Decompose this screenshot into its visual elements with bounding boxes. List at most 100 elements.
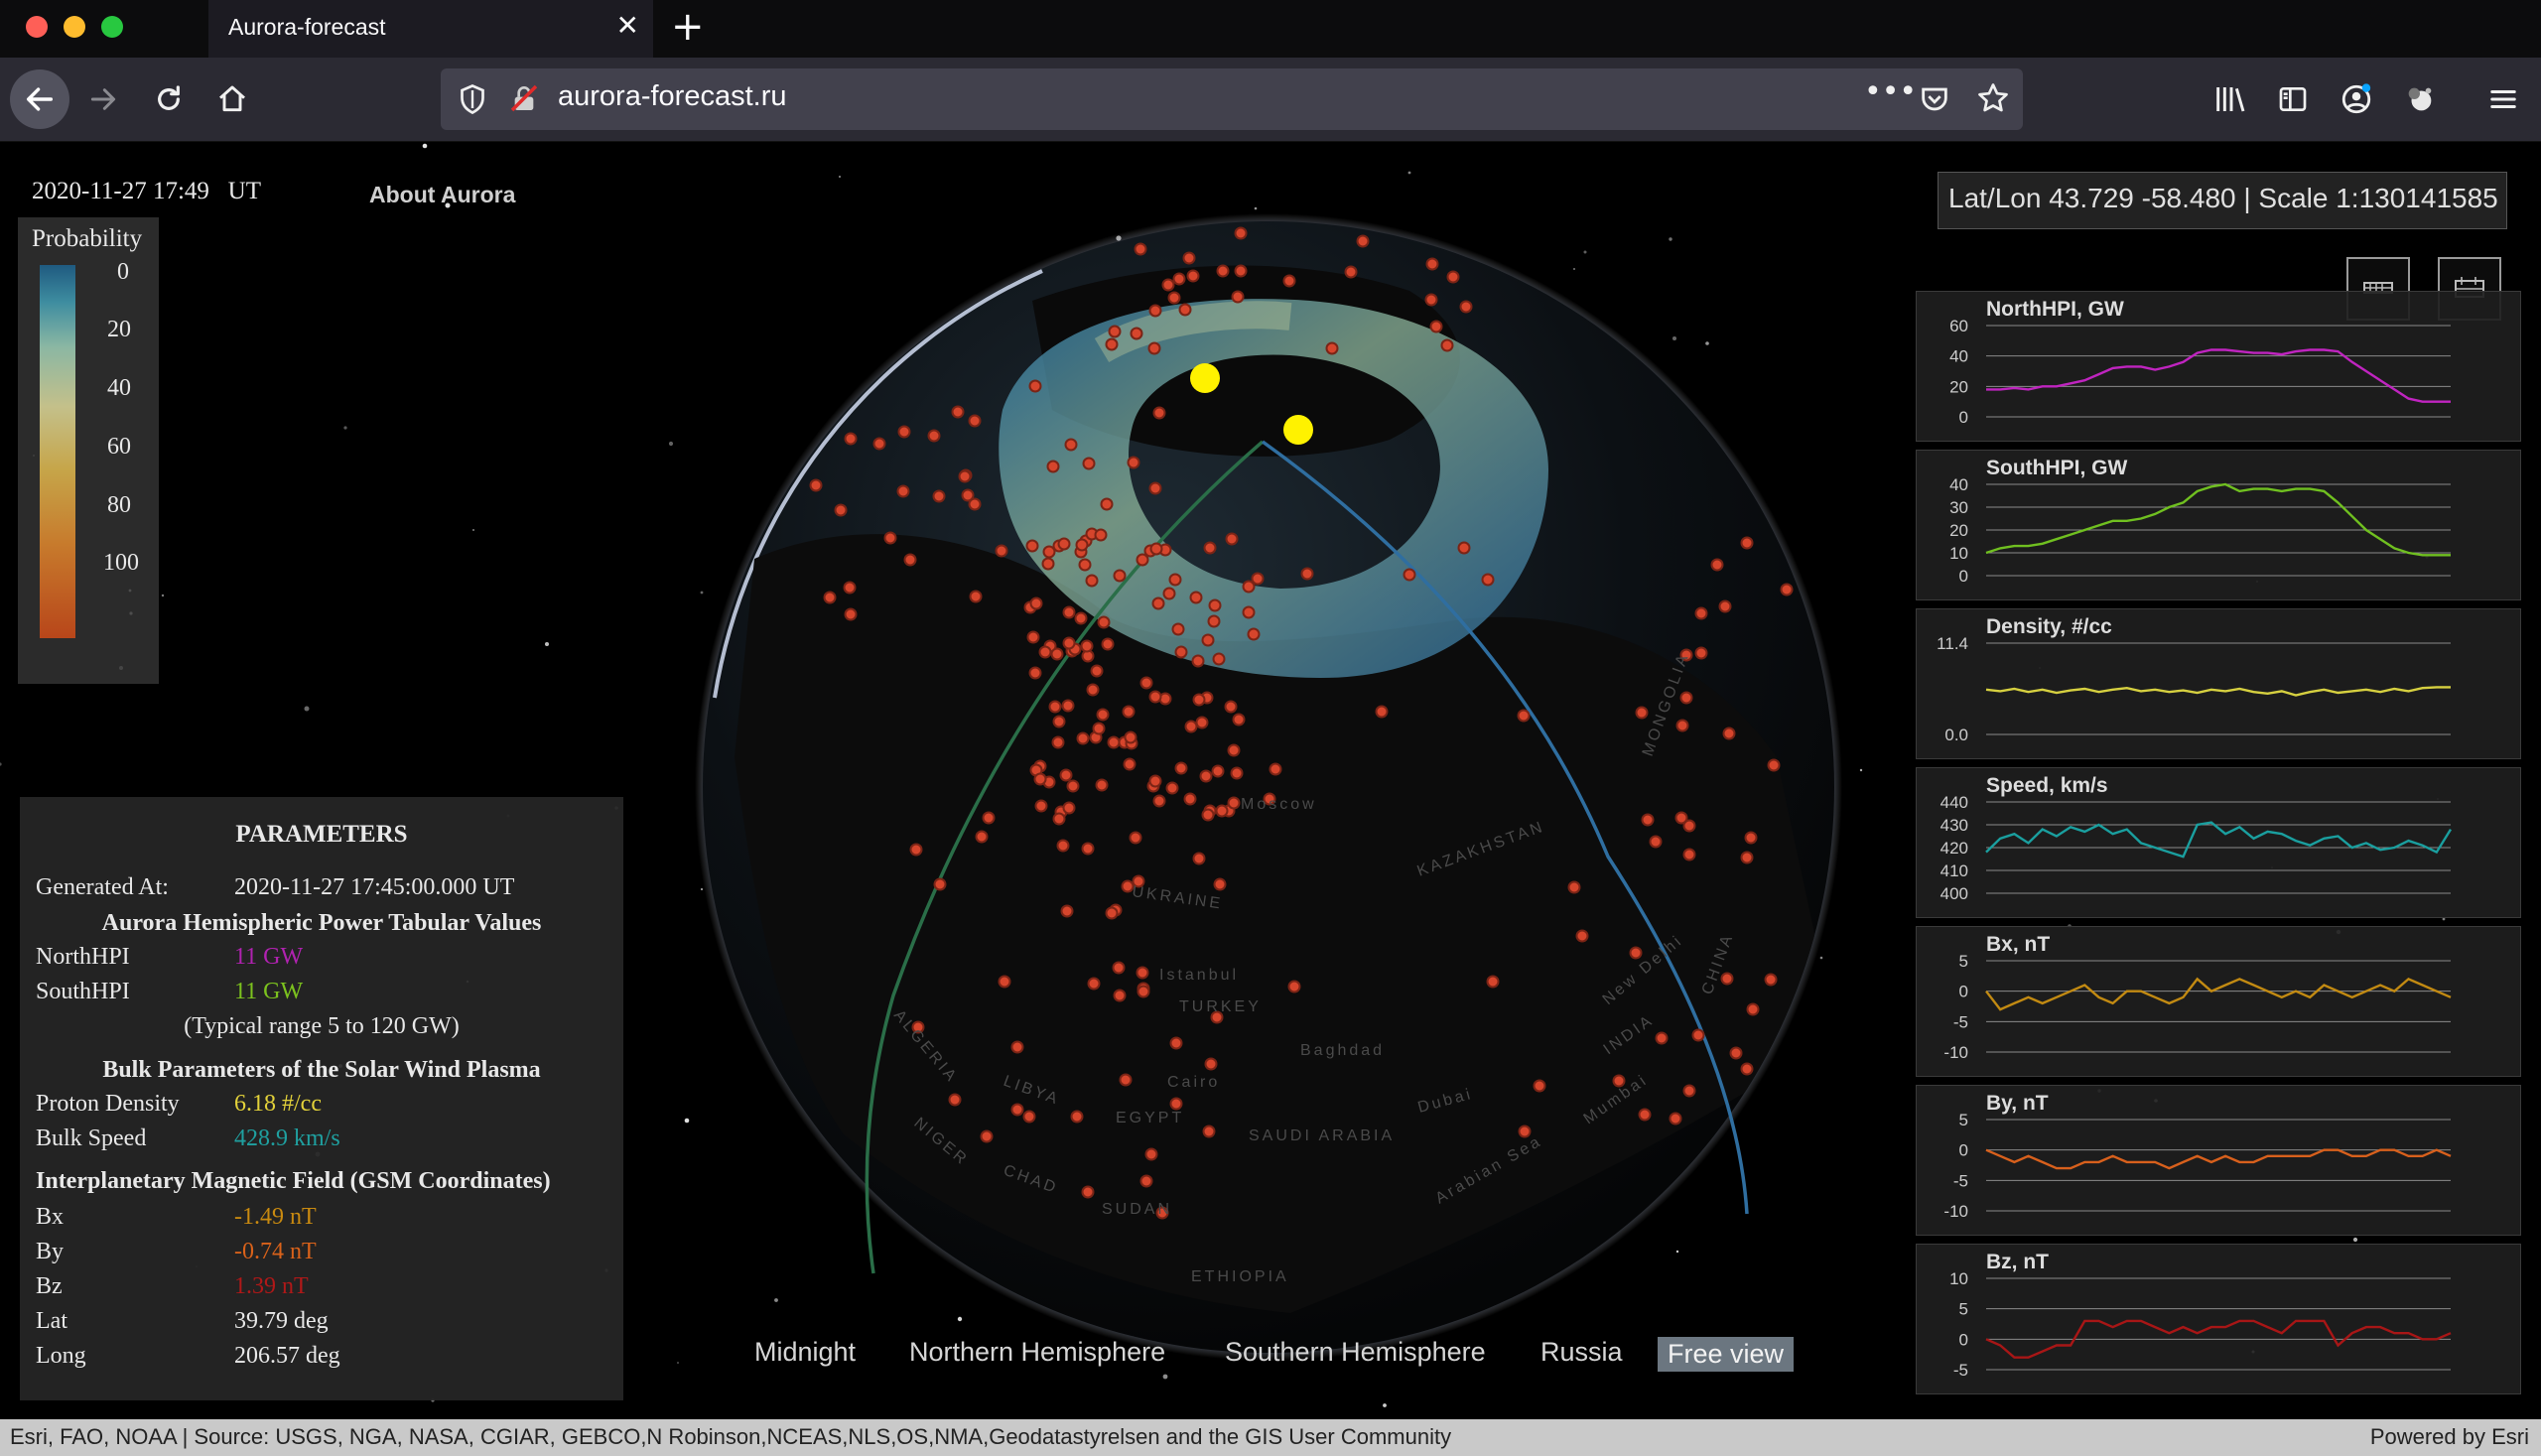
observation-dot[interactable]: [1325, 341, 1339, 355]
observation-dot[interactable]: [1161, 278, 1175, 292]
observation-dot[interactable]: [1041, 557, 1055, 571]
observation-dot[interactable]: [1199, 769, 1213, 783]
observation-dot[interactable]: [1216, 264, 1230, 278]
observation-dot[interactable]: [1682, 848, 1696, 861]
observation-dot[interactable]: [1729, 1046, 1743, 1060]
observation-dot[interactable]: [1641, 813, 1655, 827]
observation-dot[interactable]: [1165, 781, 1179, 795]
observation-dot[interactable]: [1046, 460, 1060, 473]
observation-dot[interactable]: [1740, 536, 1754, 550]
observation-dot[interactable]: [1247, 627, 1261, 641]
observation-dot[interactable]: [1028, 379, 1042, 393]
observation-dot[interactable]: [897, 425, 911, 439]
observation-dot[interactable]: [1186, 269, 1200, 283]
observation-dot[interactable]: [1694, 646, 1708, 660]
observation-dot[interactable]: [1230, 766, 1244, 780]
observation-dot[interactable]: [809, 478, 823, 492]
observation-dot[interactable]: [1649, 835, 1663, 849]
observation-dot[interactable]: [1149, 542, 1163, 556]
observation-dot[interactable]: [1092, 722, 1106, 735]
observation-dot[interactable]: [1718, 599, 1732, 613]
observation-dot[interactable]: [1172, 272, 1186, 286]
observation-dot[interactable]: [1136, 553, 1149, 567]
url-bar[interactable]: aurora-forecast.ru •••: [441, 68, 2023, 130]
sun-marker[interactable]: [1190, 363, 1220, 393]
observation-dot[interactable]: [1691, 1028, 1705, 1042]
observation-dot[interactable]: [1203, 541, 1217, 555]
observation-dot[interactable]: [909, 843, 923, 857]
observation-dot[interactable]: [951, 405, 965, 419]
observation-dot[interactable]: [1635, 706, 1649, 720]
observation-dot[interactable]: [1674, 811, 1688, 825]
observation-dot[interactable]: [1122, 705, 1136, 719]
observation-dot[interactable]: [1096, 708, 1110, 722]
tab-aurora-forecast[interactable]: Aurora-forecast ✕: [208, 0, 653, 58]
observation-dot[interactable]: [1057, 537, 1071, 551]
minimize-window-button[interactable]: [64, 16, 85, 38]
observation-dot[interactable]: [883, 531, 897, 545]
observation-dot[interactable]: [1139, 1174, 1153, 1188]
subsolar-marker[interactable]: [1283, 415, 1313, 445]
home-button[interactable]: [202, 69, 262, 129]
view-northern-hemisphere-button[interactable]: Northern Hemisphere: [909, 1337, 1165, 1368]
observation-dot[interactable]: [1269, 762, 1282, 776]
observation-dot[interactable]: [958, 469, 972, 483]
observation-dot[interactable]: [1100, 497, 1114, 511]
observation-dot[interactable]: [1533, 1079, 1546, 1093]
observation-dot[interactable]: [1113, 569, 1127, 583]
observation-dot[interactable]: [1033, 772, 1047, 786]
observation-dot[interactable]: [1152, 406, 1166, 420]
observation-dot[interactable]: [844, 607, 858, 621]
observation-dot[interactable]: [844, 432, 858, 446]
observation-dot[interactable]: [1137, 985, 1150, 998]
observation-dot[interactable]: [872, 437, 886, 451]
powered-by-esri-link[interactable]: Powered by Esri: [2370, 1424, 2529, 1450]
observation-dot[interactable]: [1201, 808, 1215, 822]
observation-dot[interactable]: [1740, 851, 1754, 864]
sidebar-button[interactable]: [2263, 69, 2323, 129]
insecure-lock-icon[interactable]: [508, 82, 540, 114]
observation-dot[interactable]: [1094, 528, 1108, 542]
observation-dot[interactable]: [968, 414, 982, 428]
observation-dot[interactable]: [1518, 1125, 1532, 1138]
view-midnight-button[interactable]: Midnight: [754, 1337, 856, 1368]
observation-dot[interactable]: [1740, 1062, 1754, 1076]
observation-dot[interactable]: [1108, 325, 1122, 338]
observation-dot[interactable]: [1112, 961, 1126, 975]
view-russia-button[interactable]: Russia: [1540, 1337, 1623, 1368]
observation-dot[interactable]: [1344, 265, 1358, 279]
observation-dot[interactable]: [1207, 614, 1221, 628]
observation-dot[interactable]: [843, 581, 857, 595]
observation-dot[interactable]: [1517, 709, 1531, 723]
observation-dot[interactable]: [1119, 1073, 1133, 1087]
observation-dot[interactable]: [1113, 989, 1127, 1002]
observation-dot[interactable]: [1038, 645, 1052, 659]
view-southern-hemisphere-button[interactable]: Southern Hemisphere: [1225, 1337, 1486, 1368]
back-button[interactable]: [10, 69, 69, 129]
observation-dot[interactable]: [1148, 690, 1162, 704]
observation-dot[interactable]: [1575, 929, 1589, 943]
observation-dot[interactable]: [961, 488, 975, 502]
observation-dot[interactable]: [1629, 946, 1643, 960]
bookmark-star-icon[interactable]: [1975, 80, 2011, 116]
observation-dot[interactable]: [1085, 574, 1099, 588]
observation-dot[interactable]: [1174, 645, 1188, 659]
page-actions-icon[interactable]: •••: [1864, 74, 1917, 109]
observation-dot[interactable]: [1139, 676, 1153, 690]
observation-dot[interactable]: [1178, 303, 1192, 317]
observation-dot[interactable]: [933, 877, 947, 891]
observation-dot[interactable]: [1481, 573, 1495, 587]
observation-dot[interactable]: [1242, 605, 1256, 619]
observation-dot[interactable]: [1195, 716, 1209, 729]
observation-dot[interactable]: [1655, 1031, 1669, 1045]
forward-button[interactable]: [73, 69, 133, 129]
observation-dot[interactable]: [982, 811, 996, 825]
library-button[interactable]: [2202, 69, 2261, 129]
observation-dot[interactable]: [969, 590, 983, 603]
observation-dot[interactable]: [1429, 320, 1443, 333]
observation-dot[interactable]: [1694, 606, 1708, 620]
observation-dot[interactable]: [1136, 966, 1149, 980]
observation-dot[interactable]: [1234, 226, 1248, 240]
observation-dot[interactable]: [1148, 774, 1162, 788]
observation-dot[interactable]: [948, 1093, 962, 1107]
